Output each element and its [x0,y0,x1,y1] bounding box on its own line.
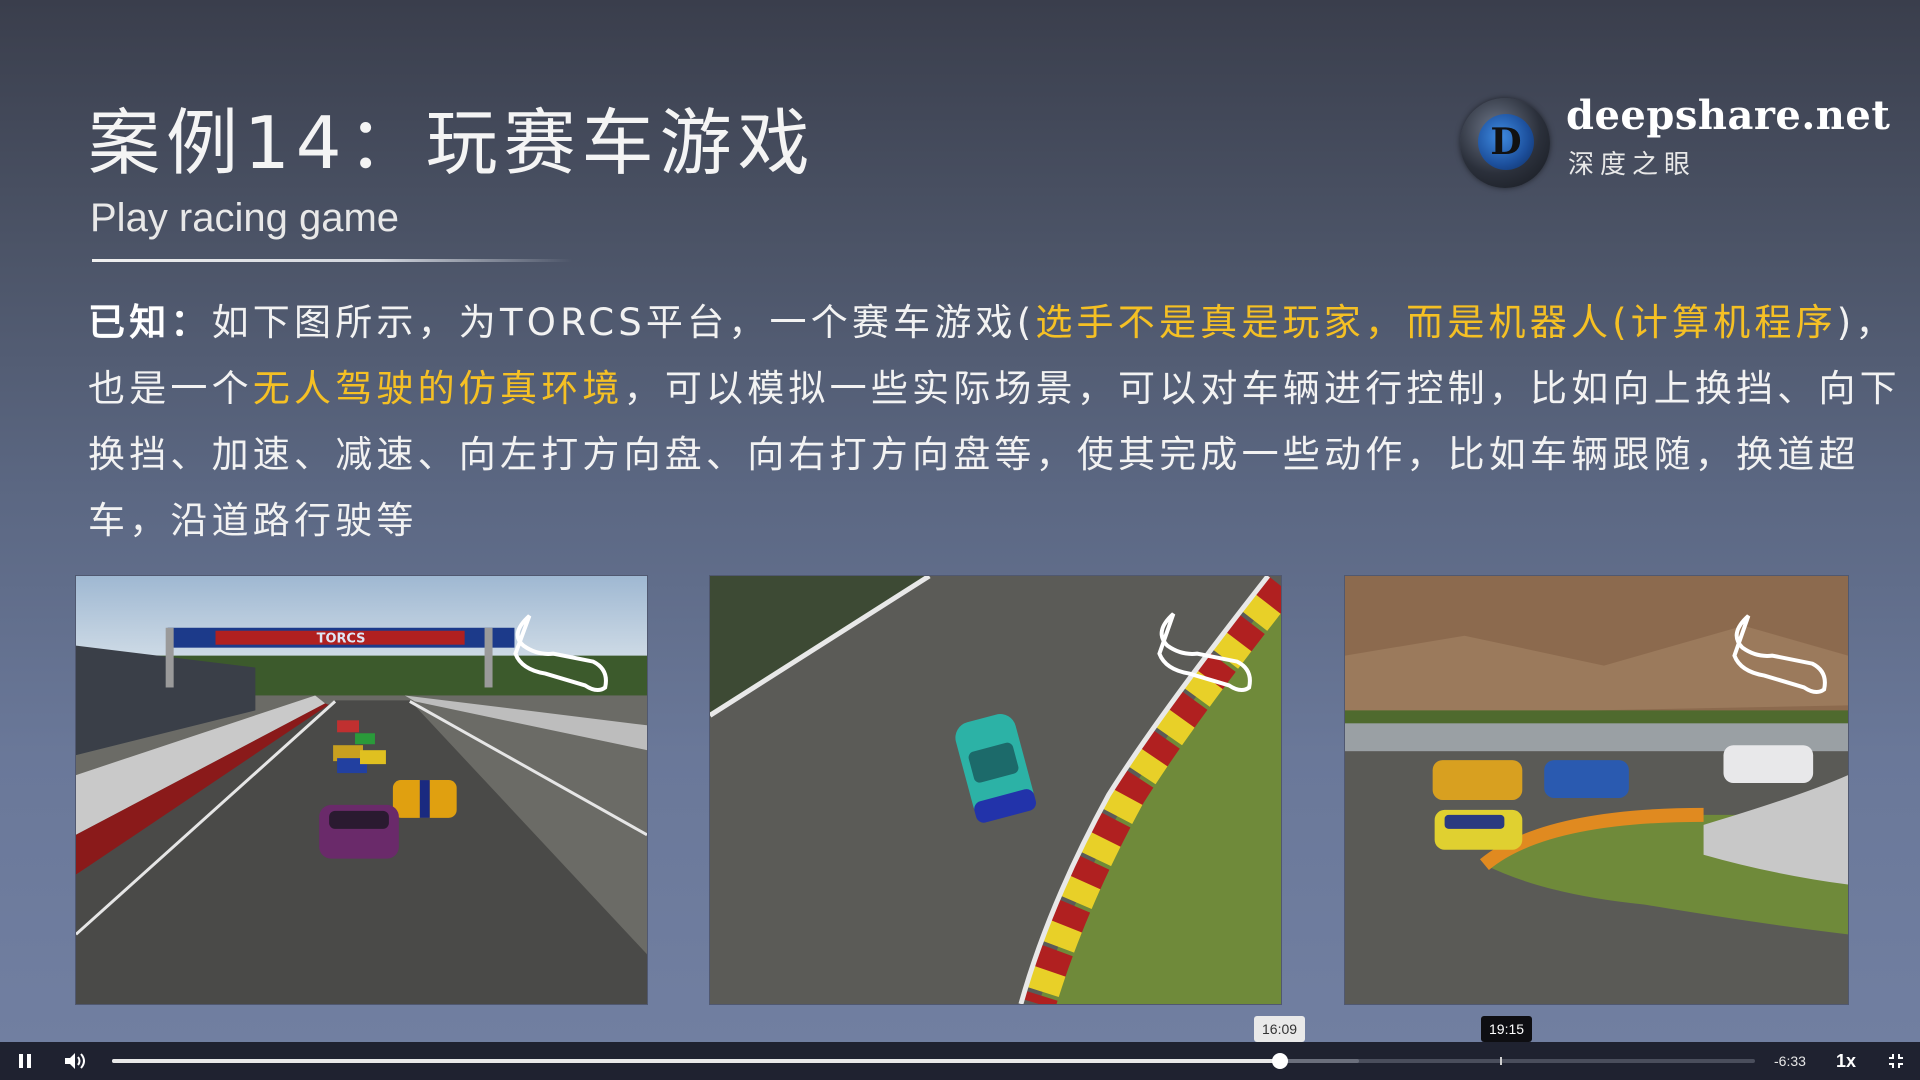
torcs-banner-text: TORCS [317,632,366,647]
exit-fullscreen-button[interactable] [1880,1042,1912,1080]
torcs-topdown-car-image [709,575,1282,1005]
slide-title: 案例14：玩赛车游戏 [88,101,816,185]
logo-subtitle: 深度之眼 [1568,150,1697,180]
description-paragraph: 已知：如下图所示，为TORCS平台，一个赛车游戏(选手不是真是玩家，而是机器人(… [88,290,1918,554]
chapter-marker[interactable] [1500,1057,1503,1065]
chapter-marker-tooltip: 19:15 [1481,1016,1533,1047]
slide-subtitle: Play racing game [90,196,400,240]
pause-icon [19,1054,31,1068]
highlight-simulation-env: 无人驾驶的仿真环境 [252,367,624,410]
paragraph-text-1: 如下图所示，为TORCS平台，一个赛车游戏( [211,301,1036,344]
played-range [112,1059,1281,1063]
title-underline [92,259,572,262]
slide: 案例14：玩赛车游戏 Play racing game D deepshare.… [0,0,1920,1042]
pause-button[interactable] [8,1042,42,1080]
exit-fullscreen-icon [1889,1054,1903,1068]
deepshare-badge-icon: D [1460,98,1550,188]
volume-icon [65,1053,85,1069]
torcs-corner-cars-image [1344,575,1849,1005]
torcs-start-grid-image: TORCS [75,575,648,1005]
seek-bar[interactable] [112,1053,1755,1069]
hover-time-tooltip: 16:09 [1254,1016,1306,1042]
logo-name: deepshare.net [1566,92,1891,139]
video-controls-bar: -6:33 1x [0,1042,1920,1080]
volume-button[interactable] [58,1042,92,1080]
known-label: 已知： [88,301,212,344]
remaining-time: -6:33 [1774,1053,1806,1069]
logo-badge-letter: D [1478,114,1534,170]
seek-handle[interactable] [1272,1053,1289,1069]
deepshare-logo: D deepshare.net 深度之眼 [1460,92,1890,192]
playback-speed-button[interactable]: 1x [1828,1042,1864,1080]
highlight-robot-players: 选手不是真是玩家，而是机器人(计算机程序 [1035,301,1837,344]
